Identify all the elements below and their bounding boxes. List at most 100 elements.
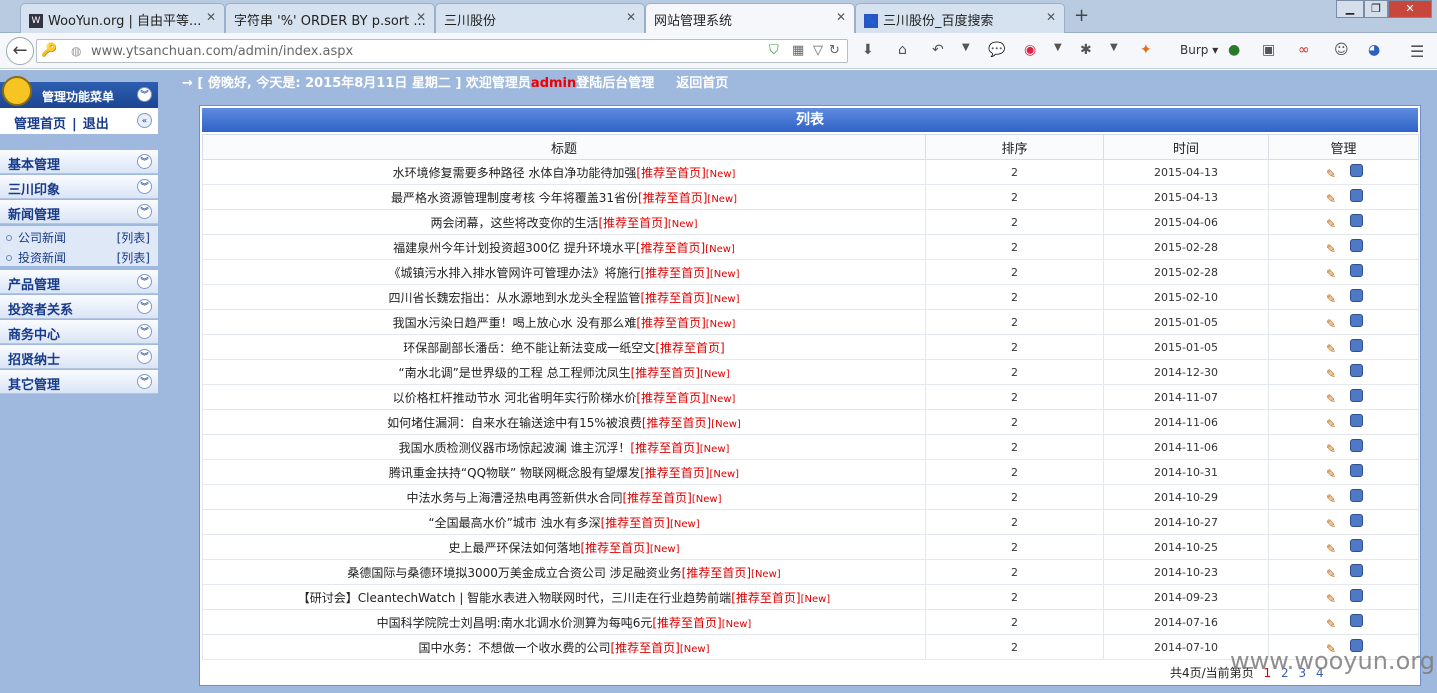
link-icon[interactable]: ∞ (1298, 42, 1310, 58)
news-title-link[interactable]: 史上最严环保法如何落地 (448, 541, 580, 555)
edit-pencil-icon[interactable]: ✎ (1324, 342, 1338, 356)
list-link[interactable]: [列表] (117, 229, 150, 246)
sidebar-sub-item-company-news[interactable]: 公司新闻 [列表] (0, 226, 158, 246)
recommend-link[interactable]: [推荐至首页] (611, 641, 680, 655)
undo-icon[interactable]: ↶ (932, 42, 944, 58)
delete-icon[interactable] (1350, 288, 1363, 302)
chevron-left-icon[interactable]: « (137, 113, 152, 128)
chevron-down-icon[interactable]: ︾ (137, 204, 152, 219)
recommend-link[interactable]: [推荐至首页] (630, 441, 699, 455)
edit-pencil-icon[interactable]: ✎ (1324, 292, 1338, 306)
close-window-icon[interactable]: ✕ (1388, 0, 1432, 18)
delete-icon[interactable] (1350, 163, 1363, 177)
news-title-link[interactable]: 以价格杠杆推动节水 河北省明年实行阶梯水价 (393, 391, 637, 405)
delete-icon[interactable] (1350, 263, 1363, 277)
news-title-link[interactable]: 桑德国际与桑德环境拟3000万美金成立合资公司 涉足融资业务 (347, 566, 681, 580)
edit-pencil-icon[interactable]: ✎ (1324, 542, 1338, 556)
collapse-chevron-icon[interactable]: ︾ (137, 87, 152, 102)
text-box-icon[interactable]: ▣ (1262, 42, 1275, 58)
recommend-link[interactable]: [推荐至首页] (581, 541, 650, 555)
recommend-link[interactable]: [推荐至首页] (631, 366, 700, 380)
recommend-link[interactable]: [推荐至首页] (640, 466, 709, 480)
delete-icon[interactable] (1350, 613, 1363, 627)
admin-home-link[interactable]: 管理首页 (14, 117, 66, 132)
recommend-link[interactable]: [推荐至首页] (623, 491, 692, 505)
delete-icon[interactable] (1350, 213, 1363, 227)
dropdown-arrow-icon[interactable]: ▼ (962, 42, 970, 53)
recommend-link[interactable]: [推荐至首页] (636, 316, 705, 330)
url-text[interactable]: www.ytsanchuan.com/admin/index.aspx (91, 44, 353, 59)
sidebar-section-products[interactable]: 产品管理 ︾ (0, 270, 158, 294)
download-icon[interactable]: ⬇ (862, 42, 874, 58)
dropdown-arrow-icon[interactable]: ▽ (813, 43, 823, 58)
recommend-link[interactable]: [推荐至首页] (601, 516, 670, 530)
browser-tab[interactable]: W WooYun.org | 自由平等... ✕ (20, 3, 225, 33)
edit-pencil-icon[interactable]: ✎ (1324, 217, 1338, 231)
chevron-down-icon[interactable]: ︾ (137, 154, 152, 169)
delete-icon[interactable] (1350, 588, 1363, 602)
dropdown-arrow-icon[interactable]: ▼ (1110, 42, 1118, 53)
sidebar-section-other[interactable]: 其它管理 ︾ (0, 370, 158, 394)
delete-icon[interactable] (1350, 538, 1363, 552)
news-title-link[interactable]: “全国最高水价”城市 浊水有多深 (428, 516, 600, 530)
delete-icon[interactable] (1350, 188, 1363, 202)
recommend-link[interactable]: [推荐至首页] (641, 291, 710, 305)
sidebar-section-recruit[interactable]: 招贤纳士 ︾ (0, 345, 158, 369)
sidebar-section-investors[interactable]: 投资者关系 ︾ (0, 295, 158, 319)
browser-tab[interactable]: 字符串 '%' ORDER BY p.sort ... ✕ (225, 3, 435, 33)
edit-pencil-icon[interactable]: ✎ (1324, 492, 1338, 506)
firebug-icon[interactable]: ✦ (1140, 42, 1152, 58)
recommend-link[interactable]: [推荐至首页] (682, 566, 751, 580)
edit-pencil-icon[interactable]: ✎ (1324, 242, 1338, 256)
news-title-link[interactable]: 腾讯重金扶持“QQ物联” 物联网概念股有望爆发 (389, 466, 640, 480)
delete-icon[interactable] (1350, 313, 1363, 327)
chevron-down-icon[interactable]: ︾ (137, 179, 152, 194)
delete-icon[interactable] (1350, 413, 1363, 427)
edit-pencil-icon[interactable]: ✎ (1324, 367, 1338, 381)
news-title-link[interactable]: 两会闭幕，这些将改变你的生活 (430, 216, 598, 230)
back-arrow-icon[interactable]: ← (6, 37, 34, 65)
sub-item-label[interactable]: 公司新闻 (18, 231, 66, 245)
recommend-link[interactable]: [推荐至首页] (636, 166, 705, 180)
delete-icon[interactable] (1350, 388, 1363, 402)
chevron-down-icon[interactable]: ︾ (137, 299, 152, 314)
recommend-link[interactable]: [推荐至首页] (731, 591, 800, 605)
recommend-link[interactable]: [推荐至首页] (636, 241, 705, 255)
news-title-link[interactable]: 福建泉州今年计划投资超300亿 提升环境水平 (393, 241, 636, 255)
recommend-link[interactable]: [推荐至首页] (652, 616, 721, 630)
close-icon[interactable]: ✕ (206, 10, 216, 24)
chat-bubble-icon[interactable]: 💬 (988, 42, 1005, 58)
burp-button[interactable]: Burp ▾ (1180, 43, 1218, 57)
url-bar[interactable]: 🔑 ◍ www.ytsanchuan.com/admin/index.aspx … (36, 39, 848, 63)
edit-pencil-icon[interactable]: ✎ (1324, 192, 1338, 206)
edit-pencil-icon[interactable]: ✎ (1324, 417, 1338, 431)
news-title-link[interactable]: 国中水务：不想做一个收水费的公司 (418, 641, 610, 655)
close-icon[interactable]: ✕ (626, 10, 636, 24)
news-title-link[interactable]: 中国科学院院士刘昌明:南水北调水价测算为每吨6元 (377, 616, 653, 630)
news-title-link[interactable]: 我国水污染日趋严重！喝上放心水 没有那么难 (393, 316, 637, 330)
news-title-link[interactable]: 最严格水资源管理制度考核 今年将覆盖31省份 (391, 191, 638, 205)
edit-pencil-icon[interactable]: ✎ (1324, 617, 1338, 631)
sidebar-section-news[interactable]: 新闻管理 ︾ (0, 200, 158, 224)
delete-icon[interactable] (1350, 338, 1363, 352)
chevron-down-icon[interactable]: ︾ (137, 374, 152, 389)
close-icon[interactable]: ✕ (416, 10, 426, 24)
delete-icon[interactable] (1350, 488, 1363, 502)
edit-pencil-icon[interactable]: ✎ (1324, 317, 1338, 331)
news-title-link[interactable]: 《城镇污水排入排水管网许可管理办法》将施行 (388, 266, 640, 280)
sidebar-section-impression[interactable]: 三川印象 ︾ (0, 175, 158, 199)
recommend-link[interactable]: [推荐至首页] (641, 266, 710, 280)
chevron-down-icon[interactable]: ︾ (137, 274, 152, 289)
delete-icon[interactable] (1350, 563, 1363, 577)
edit-pencil-icon[interactable]: ✎ (1324, 267, 1338, 281)
delete-icon[interactable] (1350, 363, 1363, 377)
new-tab-plus-icon[interactable]: + (1074, 5, 1089, 26)
back-home-link[interactable]: 返回首页 (676, 76, 728, 91)
news-title-link[interactable]: 我国水质检测仪器市场惊起波澜 谁主沉浮！ (399, 441, 631, 455)
recommend-link[interactable]: [推荐至首页] (599, 216, 668, 230)
edit-pencil-icon[interactable]: ✎ (1324, 392, 1338, 406)
close-icon[interactable]: ✕ (836, 10, 846, 24)
list-link[interactable]: [列表] (117, 249, 150, 266)
sidebar-section-business[interactable]: 商务中心 ︾ (0, 320, 158, 344)
menu-icon[interactable]: ☰ (1410, 42, 1424, 61)
